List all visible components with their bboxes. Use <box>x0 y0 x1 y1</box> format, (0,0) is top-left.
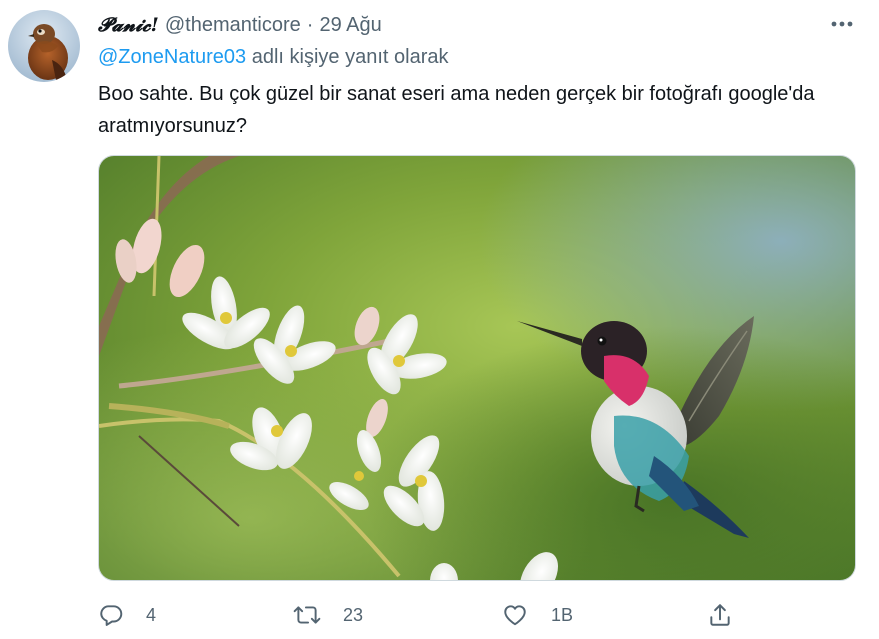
hummingbird-photo <box>99 156 855 580</box>
reply-icon <box>100 605 123 626</box>
like-button[interactable]: 1B <box>501 597 573 633</box>
reply-count: 4 <box>146 604 157 625</box>
avatar[interactable] <box>8 10 80 82</box>
tweet-date[interactable]: 29 Ağu <box>319 14 381 37</box>
more-horizontal-icon <box>831 21 853 27</box>
more-options-button[interactable] <box>818 10 866 38</box>
reply-to-suffix: adlı kişiye yanıt olarak <box>246 46 449 68</box>
retweet-icon <box>293 606 321 624</box>
retweet-button[interactable]: 23 <box>293 597 363 633</box>
tweet-header: 𝓟𝓪𝓷𝓲𝓬! @themanticore · 29 Ağu <box>98 12 382 38</box>
retweet-count: 23 <box>343 604 364 625</box>
display-name[interactable]: 𝓟𝓪𝓷𝓲𝓬! <box>98 14 159 36</box>
bird-avatar-icon <box>8 10 80 82</box>
reply-to-mention[interactable]: @ZoneNature03 <box>98 46 246 68</box>
share-icon <box>710 604 730 626</box>
tweet-actions: 4 23 1B <box>98 597 758 633</box>
heart-icon <box>504 605 526 626</box>
header-separator: · <box>306 13 314 36</box>
tweet-photo[interactable] <box>98 155 856 581</box>
user-handle[interactable]: @themanticore <box>165 14 301 37</box>
like-count: 1B <box>551 604 574 625</box>
share-button[interactable] <box>707 597 733 633</box>
tweet-text: Boo sahte. Bu çok güzel bir sanat eseri … <box>98 83 815 137</box>
reply-button[interactable]: 4 <box>98 597 156 633</box>
reply-context: @ZoneNature03 adlı kişiye yanıt olarak <box>98 46 449 72</box>
